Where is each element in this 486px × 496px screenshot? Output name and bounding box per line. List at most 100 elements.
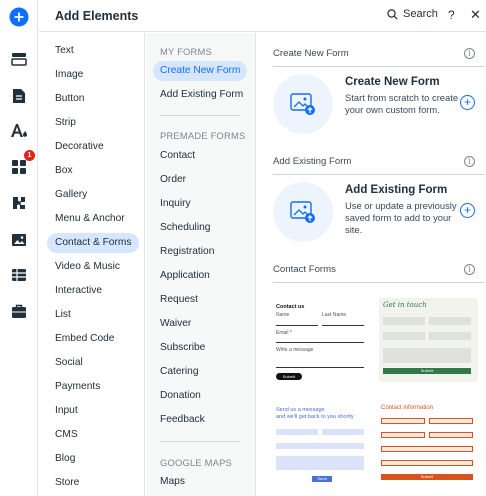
section-divider: [273, 282, 485, 283]
category-cms[interactable]: CMS: [47, 425, 86, 445]
add-icon[interactable]: [7, 5, 31, 29]
premade-forms-heading: PREMADE FORMS: [160, 130, 246, 141]
template-field: [429, 317, 471, 325]
section-divider: [273, 174, 485, 175]
category-strip[interactable]: Strip: [47, 113, 84, 133]
template-submit-button: Submit: [383, 368, 471, 374]
sub-subscribe[interactable]: Subscribe: [160, 338, 205, 358]
sub-add-existing-form[interactable]: Add Existing Form: [160, 85, 243, 105]
sub-request[interactable]: Request: [160, 290, 198, 310]
media-icon[interactable]: [7, 228, 31, 252]
panel-title: Add Elements: [55, 9, 139, 23]
template-field: [276, 443, 364, 449]
sub-feedback[interactable]: Feedback: [160, 410, 205, 430]
template-title: Contact us: [276, 304, 305, 310]
category-list[interactable]: List: [47, 305, 79, 325]
help-button[interactable]: ?: [448, 8, 455, 22]
template-field: [276, 456, 364, 470]
business-icon[interactable]: [7, 191, 31, 215]
category-image[interactable]: Image: [47, 65, 91, 85]
template-title: Send us a message: [276, 407, 325, 413]
sub-registration[interactable]: Registration: [160, 242, 214, 262]
form-image-icon: [273, 182, 333, 242]
card-title: Add Existing Form: [345, 184, 448, 196]
category-social[interactable]: Social: [47, 353, 91, 373]
search-label: Search: [403, 8, 438, 20]
sub-inquiry[interactable]: Inquiry: [160, 194, 191, 214]
sub-contact[interactable]: Contact: [160, 146, 195, 166]
sub-waiver[interactable]: Waiver: [160, 314, 191, 334]
add-existing-form-card[interactable]: Add Existing Form Use or update a previo…: [273, 180, 485, 246]
create-new-form-card[interactable]: Create New Form Start from scratch to cr…: [273, 72, 485, 138]
info-icon[interactable]: i: [464, 264, 475, 275]
sub-donation[interactable]: Donation: [160, 386, 201, 406]
form-image-icon: [273, 74, 333, 134]
sub-order[interactable]: Order: [160, 170, 186, 190]
info-icon[interactable]: i: [464, 156, 475, 167]
sub-catering[interactable]: Catering: [160, 362, 199, 382]
template-field: [383, 332, 425, 340]
category-payments[interactable]: Payments: [47, 377, 108, 397]
sub-application[interactable]: Application: [160, 266, 210, 286]
section-title-contact: Contact Forms: [273, 264, 336, 275]
template-field: [383, 317, 425, 325]
category-gallery[interactable]: Gallery: [47, 185, 95, 205]
search-icon: [387, 8, 398, 20]
category-interactive[interactable]: Interactive: [47, 281, 110, 301]
template-submit-button: Send: [312, 476, 332, 482]
template-field-label: Last Name: [322, 312, 347, 318]
category-decorative[interactable]: Decorative: [47, 137, 112, 157]
card-description: Use or update a previously saved form to…: [345, 200, 457, 235]
pages-icon[interactable]: [7, 84, 31, 108]
template-submit-button: Submit: [276, 373, 302, 380]
search-button[interactable]: Search: [387, 8, 438, 20]
add-plus-icon[interactable]: +: [460, 95, 475, 110]
template-field: [322, 325, 364, 326]
template-field: [322, 429, 364, 435]
template-field-label: Email *: [276, 330, 292, 336]
divider: [160, 441, 240, 442]
contact-form-template-2[interactable]: Get in touch Submit: [379, 298, 478, 382]
template-field: [383, 348, 471, 363]
add-plus-icon[interactable]: +: [460, 203, 475, 218]
menus-pages-icon[interactable]: [7, 47, 31, 71]
template-field: [276, 342, 364, 343]
my-forms-heading: MY FORMS: [160, 46, 212, 57]
sub-scheduling[interactable]: Scheduling: [160, 218, 210, 238]
sub-create-new-form[interactable]: Create New Form: [153, 61, 248, 81]
contact-form-template-1[interactable]: Contact us Name Last Name Email * Write …: [273, 294, 372, 394]
sub-maps[interactable]: Maps: [160, 472, 185, 492]
contact-form-template-4[interactable]: Contact information Submit: [379, 403, 478, 489]
section-divider: [273, 66, 485, 67]
template-field: [381, 432, 425, 438]
template-field: [276, 429, 318, 435]
subcategory-list: MY FORMS Create New Form Add Existing Fo…: [146, 33, 256, 496]
category-embed-code[interactable]: Embed Code: [47, 329, 122, 349]
notification-badge: 1: [24, 150, 35, 161]
contact-form-template-3[interactable]: Send us a message and we'll get back to …: [273, 403, 372, 489]
category-menu-anchor[interactable]: Menu & Anchor: [47, 209, 133, 229]
template-title: Get in touch: [383, 301, 427, 309]
category-text[interactable]: Text: [47, 41, 82, 61]
template-field: [276, 325, 318, 326]
close-button[interactable]: ✕: [470, 7, 481, 23]
divider: [160, 115, 240, 116]
info-icon[interactable]: i: [464, 48, 475, 59]
left-tool-rail: 1: [0, 0, 38, 496]
template-field: [429, 332, 471, 340]
template-field: [429, 418, 473, 424]
category-input[interactable]: Input: [47, 401, 86, 421]
category-contact-forms[interactable]: Contact & Forms: [47, 233, 140, 253]
category-video-music[interactable]: Video & Music: [47, 257, 128, 277]
cms-icon[interactable]: [7, 263, 31, 287]
category-box[interactable]: Box: [47, 161, 81, 181]
main-content: Create New Form i Create New Form Start …: [257, 33, 486, 496]
section-title-existing: Add Existing Form: [273, 156, 352, 167]
category-button[interactable]: Button: [47, 89, 92, 109]
template-field-label: Name: [276, 312, 290, 318]
design-icon[interactable]: [7, 119, 31, 143]
portfolio-icon[interactable]: [7, 299, 31, 323]
category-store[interactable]: Store: [47, 473, 87, 493]
section-title-create: Create New Form: [273, 48, 349, 59]
category-blog[interactable]: Blog: [47, 449, 83, 469]
